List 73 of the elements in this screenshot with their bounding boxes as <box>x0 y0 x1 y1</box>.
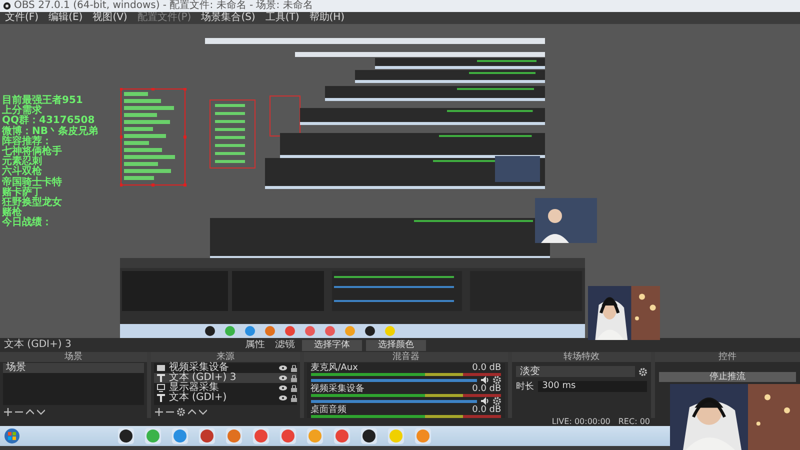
app-icon[interactable] <box>118 428 134 444</box>
settings-icon <box>176 408 185 416</box>
add-icon <box>154 408 163 416</box>
volume-slider[interactable] <box>310 378 478 382</box>
db-reading: 0.0 dB <box>472 363 502 373</box>
lock-icon <box>290 394 297 402</box>
transition-dropdown[interactable]: 淡变 <box>516 366 636 377</box>
text-icon <box>156 394 165 402</box>
menu-item[interactable]: 文件(F) <box>0 12 44 24</box>
up-icon <box>26 408 34 416</box>
monitor-icon <box>156 384 165 392</box>
dock-title: 控件 <box>655 352 800 362</box>
preview-text-line: 阵容推荐： <box>2 136 52 147</box>
speaker-icon <box>481 376 490 384</box>
menu-item[interactable]: 工具(T) <box>260 12 304 24</box>
text-icon <box>156 374 165 382</box>
source-name: 文本 (GDI+) 3 <box>168 373 238 383</box>
source-row[interactable]: 文本 (GDI+) 3 <box>154 373 297 383</box>
selected-source-name: 文本 (GDI+) 3 <box>4 340 72 350</box>
menu-item[interactable]: 场景集合(S) <box>196 12 260 24</box>
select-button[interactable]: 选择字体 <box>302 340 362 350</box>
up-icon <box>188 408 196 416</box>
lock-icon <box>290 364 297 372</box>
start-button[interactable] <box>4 428 20 444</box>
eye-icon <box>278 375 287 381</box>
eye-icon <box>278 395 287 401</box>
lock-icon <box>290 374 297 382</box>
channel-name: 麦克风/Aux <box>310 363 358 373</box>
settings-icon <box>493 376 502 384</box>
dock-title: 场景 <box>0 352 147 362</box>
db-reading: 0.0 dB <box>472 384 502 394</box>
channel-name: 桌面音频 <box>310 405 347 415</box>
preview-text-line: 今日战绩： <box>2 218 53 229</box>
speaker-icon <box>481 397 490 405</box>
menu-item[interactable]: 视图(V) <box>88 12 132 24</box>
dock-title: 混音器 <box>304 352 508 362</box>
app-icon[interactable] <box>361 428 377 444</box>
menu-item[interactable]: 编辑(E) <box>44 12 88 24</box>
source-name: 文本 (GDI+) <box>168 393 228 403</box>
select-button[interactable]: 选择颜色 <box>366 340 426 350</box>
scene-item[interactable]: 场景 <box>3 363 144 373</box>
preview-text-line: 目前最强王者951 <box>2 96 84 106</box>
preview-text-line: 微博：NB丶条皮兄弟 <box>2 126 98 137</box>
menu-item[interactable]: 帮助(H) <box>304 12 350 24</box>
source-name: 视频采集设备 <box>168 363 230 373</box>
app-logo-icon <box>3 2 11 10</box>
preview-text-line: 赌枪 <box>2 208 22 218</box>
down-icon <box>37 408 45 416</box>
volume-slider[interactable] <box>310 400 478 402</box>
duration-field[interactable]: 300 ms <box>538 381 648 392</box>
source-row[interactable]: 视频采集设备 <box>154 363 297 373</box>
preview-text-line: 六斗双枪 <box>2 167 42 178</box>
add-icon <box>4 408 12 416</box>
dock-title: 转场特效 <box>512 352 652 362</box>
eye-icon <box>278 385 287 391</box>
preview-text-line: 赌卡萨丁 <box>2 188 42 198</box>
live-status: LIVE: 00:00:00 <box>552 418 610 426</box>
source-row[interactable]: 显示器采集 <box>154 383 297 393</box>
down-icon <box>198 408 207 416</box>
lock-icon <box>290 384 297 392</box>
channel-name: 视频采集设备 <box>310 384 365 394</box>
source-name: 显示器采集 <box>168 383 219 393</box>
camera-icon <box>156 364 165 372</box>
settings-icon <box>493 397 502 405</box>
control-button[interactable]: 停止推流 <box>659 372 796 382</box>
preview-text-line: 帝国骑士卡特 <box>2 178 63 188</box>
duration-label: 时长 <box>516 382 534 392</box>
rec-status: REC: 00 <box>618 418 650 426</box>
source-row[interactable]: 文本 (GDI+) <box>154 393 297 403</box>
settings-icon <box>639 368 648 376</box>
dock-title: 来源 <box>150 352 300 362</box>
preview-text-line: QQ群：43176508 <box>2 116 95 126</box>
db-reading: 0.0 dB <box>472 405 502 415</box>
